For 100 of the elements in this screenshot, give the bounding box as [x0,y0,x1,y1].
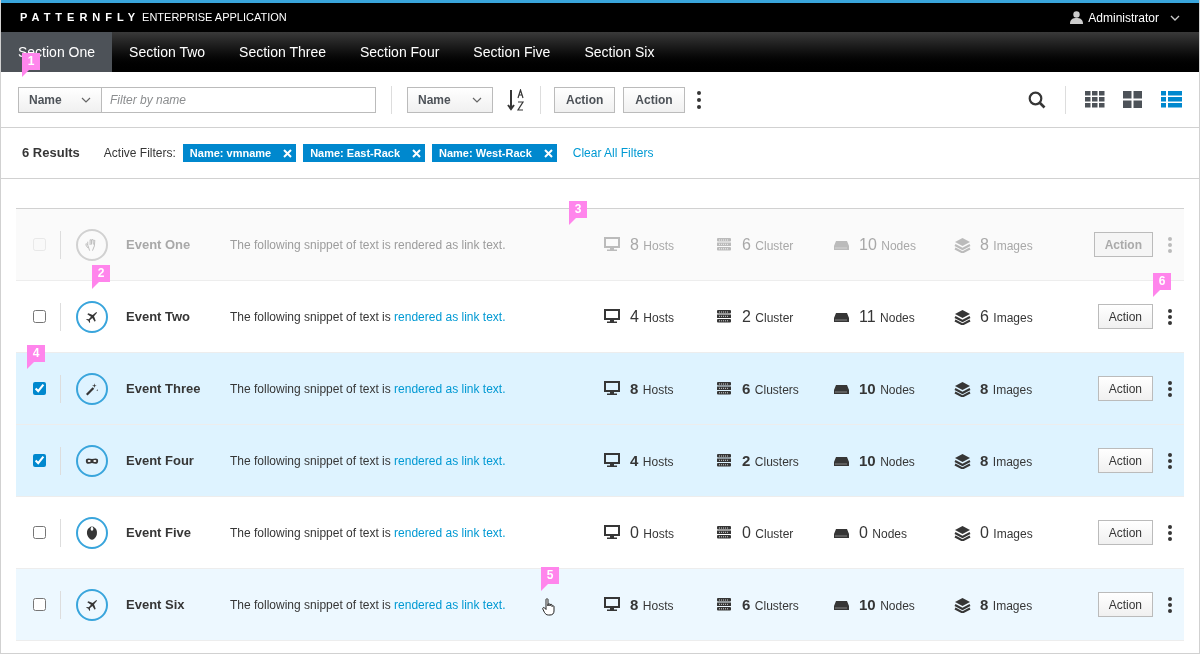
server-icon [716,452,733,469]
action-button[interactable]: Action [1097,304,1153,329]
filter-chip: Name: West-Rack [432,144,557,162]
stat-label: 10 Nodes [859,234,916,255]
nav-tab[interactable]: Section Two [112,32,223,72]
nav-tab[interactable]: Section Four [343,32,457,72]
remove-filter-button[interactable] [283,148,293,158]
layers-icon [954,452,971,469]
sort-alpha-icon [507,88,527,111]
stat-label: 11 Nodes [859,306,915,327]
remove-filter-button[interactable] [412,148,422,158]
event-name: Event Six [126,595,186,614]
layers-icon [954,236,971,253]
action-button[interactable]: Action [1097,520,1153,545]
row-checkbox[interactable] [33,454,46,467]
hand-icon [76,228,108,261]
user-icon [1070,11,1084,24]
event-description: The following snippet of text is rendered as link text. [230,308,506,326]
stat-label: 2 Cluster [742,306,794,327]
stat-label: 8 Hosts [630,594,674,615]
nav-tab[interactable]: Section Six [567,32,672,72]
action-button[interactable]: Action [1097,448,1153,473]
row-checkbox[interactable] [33,526,46,539]
stat-label: 0 Hosts [630,522,675,543]
stat-label: 6 Clusters [742,594,799,615]
filter-chip: Name: East-Rack [303,144,426,162]
stat-label: 8 Hosts [630,234,675,255]
brand-logo: PATTERNFLY [20,10,141,26]
monitor-icon [604,308,621,325]
row-checkbox[interactable] [33,598,46,611]
remove-filter-button[interactable] [543,148,553,158]
layers-icon [954,596,971,613]
stat-label: 10 Nodes [859,450,915,471]
magic-wand-icon [76,372,108,405]
nav-tab[interactable]: Section Three [222,32,343,72]
stat-label: 6 Clusters [742,378,799,399]
event-name: Event Five [126,523,193,542]
caret-icon [1170,14,1180,21]
event-name: Event One [126,235,192,254]
stat-label: 2 Clusters [742,450,799,471]
filter-chip: Name: vmname [182,144,297,162]
dropdown-select[interactable]: Name [18,86,102,113]
filter-input[interactable]: Filter by name [102,86,376,113]
large-grid-view-button[interactable] [1123,91,1144,108]
caret-icon [472,96,482,103]
row-checkbox[interactable] [33,382,46,395]
event-description: The following snippet of text is rendered as link text. [230,524,506,542]
layers-icon [954,308,971,325]
server-icon [716,380,733,397]
stat-label: 6 Images [980,306,1033,327]
stat-label: 10 Nodes [859,378,915,399]
stat-label: 8 Images [980,378,1033,399]
action-button[interactable]: Action [554,86,616,113]
search-button[interactable] [1028,90,1046,109]
close-icon [543,148,553,158]
layers-icon [954,380,971,397]
event-name: Event Two [126,307,192,326]
airplane-icon [76,300,108,333]
stat-label: 8 Hosts [630,378,674,399]
stat-label: 4 Hosts [630,450,674,471]
stat-label: 8 Images [980,450,1033,471]
monitor-icon [604,596,621,613]
list-view-button[interactable] [1161,91,1182,108]
mask-icon [76,444,108,477]
server-icon [716,596,733,613]
user-menu[interactable]: Administrator [1070,8,1180,27]
row-checkbox[interactable] [33,310,46,323]
list-row[interactable]: Event Four The following snippet of text is rendered as link text. 4 Hosts 2 Clusters 10 Nodes 8 Images Action [16,425,1184,497]
monitor-icon [604,524,621,541]
results-count: 6 Results [22,144,80,163]
server-icon [716,236,733,253]
emblem-icon [76,516,108,549]
action-button[interactable]: Action [1097,592,1153,617]
monitor-icon [604,452,621,469]
stat-label: 0 Images [980,522,1033,543]
stat-label: 8 Images [980,594,1033,615]
search-icon [1028,90,1046,109]
action-button[interactable]: Action [1097,376,1153,401]
active-filters-label: Active Filters: [103,145,176,162]
pointer-cursor-icon [542,598,556,616]
nav-tab[interactable]: Section Five [456,32,568,72]
small-grid-view-button[interactable] [1085,91,1106,108]
caret-icon [81,96,91,103]
app-title: ENTERPRISE APPLICATION [142,10,287,26]
event-name: Event Three [126,379,202,398]
stat-label: 8 Images [980,234,1033,255]
dropdown-select[interactable]: Name [407,86,493,113]
airplane-icon [76,588,108,621]
stat-label: 0 Nodes [859,522,908,543]
server-icon [716,524,733,541]
stat-label: 0 Cluster [742,522,794,543]
event-description: The following snippet of text is rendered as link text. [230,236,506,254]
event-description: The following snippet of text is rendered as link text. [230,380,506,398]
description-link: rendered as link text. [394,237,506,252]
event-description: The following snippet of text is rendered as link text. [230,452,506,470]
server-icon [716,308,733,325]
event-description: The following snippet of text is rendered as link text. [230,596,506,614]
stat-label: 10 Nodes [859,594,915,615]
action-button[interactable]: Action [623,86,685,113]
close-icon [412,148,422,158]
